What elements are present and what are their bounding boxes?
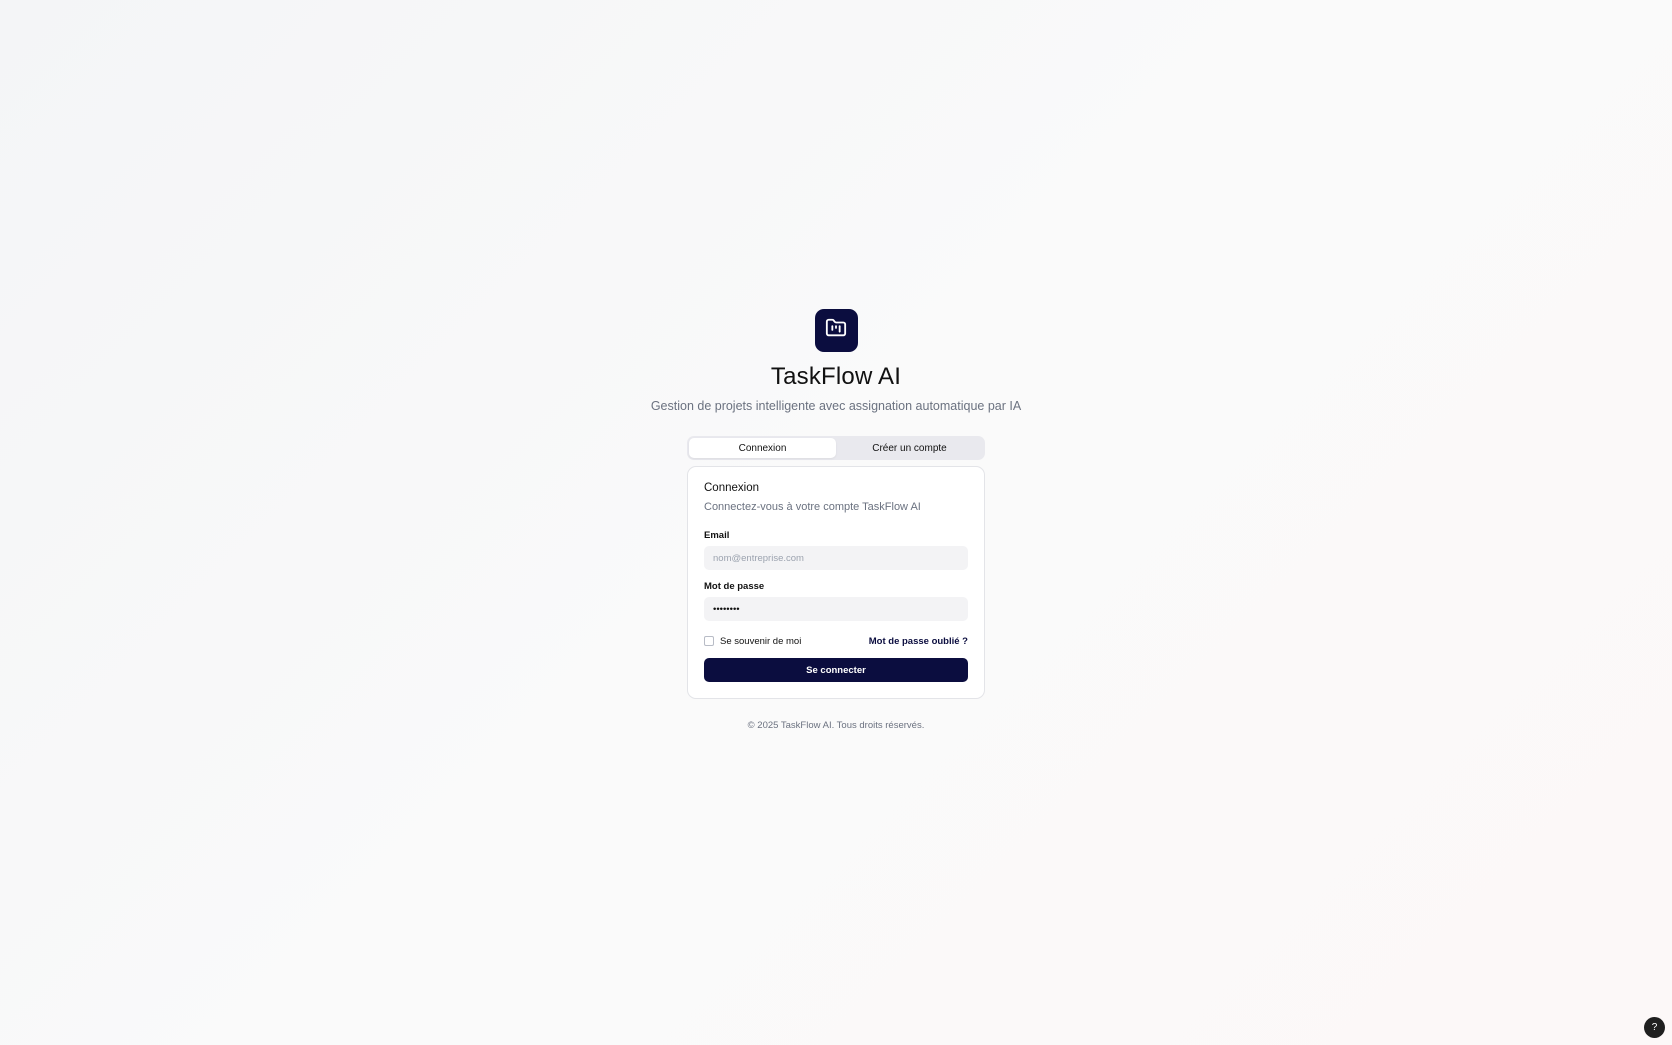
password-label: Mot de passe: [704, 581, 765, 592]
help-button[interactable]: ?: [1644, 1017, 1665, 1038]
remember-me-label: Se souvenir de moi: [720, 635, 802, 647]
forgot-password-link[interactable]: Mot de passe oublié ?: [869, 636, 968, 647]
email-label: Email: [704, 530, 730, 541]
auth-tabs: Connexion Créer un compte: [687, 436, 985, 460]
login-button[interactable]: Se connecter: [704, 658, 968, 682]
email-field[interactable]: [704, 546, 968, 570]
app-subtitle: Gestion de projets intelligente avec ass…: [650, 399, 1022, 413]
remember-me[interactable]: Se souvenir de moi: [704, 636, 801, 647]
tab-create-account[interactable]: Créer un compte: [836, 438, 983, 458]
card-description: Connectez-vous à votre compte TaskFlow A…: [704, 501, 921, 513]
login-card: Connexion Connectez-vous à votre compte …: [687, 466, 985, 699]
remember-me-checkbox[interactable]: [704, 636, 714, 646]
kanban-folder-icon: [825, 317, 847, 344]
password-field[interactable]: ••••••••: [704, 597, 968, 621]
login-options-row: Se souvenir de moi Mot de passe oublié ?: [704, 634, 968, 648]
app-logo: [814, 309, 858, 352]
footer-copyright: © 2025 TaskFlow AI. Tous droits réservés…: [747, 720, 925, 731]
tab-connexion[interactable]: Connexion: [689, 438, 836, 458]
help-icon: ?: [1651, 1022, 1658, 1033]
auth-container: TaskFlow AI Gestion de projets intellige…: [0, 309, 1672, 731]
app-title: TaskFlow AI: [770, 363, 902, 390]
card-title: Connexion: [704, 482, 759, 494]
